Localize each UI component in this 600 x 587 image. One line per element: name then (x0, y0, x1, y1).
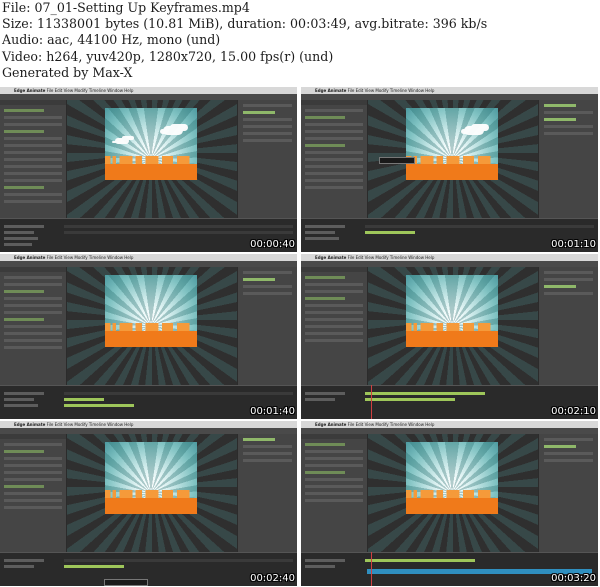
menu-items: File Edit View Modify Timeline Window He… (46, 255, 134, 260)
app-name: Edge Animate (315, 88, 347, 93)
app-name: Edge Animate (315, 422, 347, 427)
timestamp: 00:00:40 (250, 239, 295, 250)
menu-items: File Edit View Modify Timeline Window He… (46, 88, 134, 93)
tooltip (104, 579, 148, 586)
file-name-line: File: 07_01-Setting Up Keyframes.mp4 (2, 0, 250, 15)
stage-area (368, 434, 538, 552)
menu-bar: Edge Animate File Edit View Modify Timel… (0, 421, 297, 428)
audio-info-line: Audio: aac, 44100 Hz, mono (und) (2, 32, 221, 48)
stage-canvas (105, 442, 197, 514)
timeline-playhead[interactable] (371, 552, 372, 586)
timestamp: 00:01:10 (551, 239, 596, 250)
menu-items: File Edit View Modify Timeline Window He… (347, 422, 435, 427)
menu-bar: Edge Animate File Edit View Modify Timel… (301, 421, 598, 428)
city-ground (406, 498, 498, 514)
stage-canvas (406, 442, 498, 514)
app-name: Edge Animate (14, 422, 46, 427)
app-name: Edge Animate (14, 255, 46, 260)
stage-area (368, 267, 538, 385)
stage-area (67, 100, 237, 218)
video-thumbnail: Edge Animate File Edit View Modify Timel… (0, 87, 298, 252)
elements-panel (538, 267, 598, 385)
stage-area (67, 434, 237, 552)
city-ground (105, 164, 197, 180)
video-thumbnail: Edge Animate File Edit View Modify Timel… (0, 421, 298, 586)
city-ground (406, 164, 498, 180)
timestamp: 00:01:40 (250, 406, 295, 417)
properties-panel (301, 434, 368, 552)
generator-line: Generated by Max-X (2, 64, 133, 80)
menu-bar: Edge Animate File Edit View Modify Timel… (301, 87, 598, 94)
video-thumbnail: Edge Animate File Edit View Modify Timel… (301, 87, 599, 252)
cloud-graphic (163, 126, 183, 135)
properties-panel (0, 267, 67, 385)
file-size-line: Size: 11338001 bytes (10.81 MiB), durati… (2, 16, 488, 32)
video-thumbnail: Edge Animate File Edit View Modify Timel… (301, 254, 599, 419)
properties-panel (0, 100, 67, 218)
app-name: Edge Animate (315, 255, 347, 260)
city-ground (105, 498, 197, 514)
stage-canvas (105, 108, 197, 180)
video-thumbnail: Edge Animate File Edit View Modify Timel… (301, 421, 599, 586)
timestamp: 00:02:10 (551, 406, 596, 417)
timestamp: 00:03:20 (551, 573, 596, 584)
stage-canvas (406, 275, 498, 347)
video-info-line: Video: h264, yuv420p, 1280x720, 15.00 fp… (2, 48, 334, 64)
properties-panel (301, 267, 368, 385)
menu-items: File Edit View Modify Timeline Window He… (347, 88, 435, 93)
properties-panel (0, 434, 67, 552)
properties-panel (301, 100, 368, 218)
timeline-playhead[interactable] (371, 385, 372, 419)
elements-panel (237, 267, 297, 385)
city-ground (406, 331, 498, 347)
menu-items: File Edit View Modify Timeline Window He… (46, 422, 134, 427)
menu-items: File Edit View Modify Timeline Window He… (347, 255, 435, 260)
stage-canvas (105, 275, 197, 347)
cloud-graphic (115, 138, 129, 144)
stage-canvas (406, 108, 498, 180)
menu-bar: Edge Animate File Edit View Modify Timel… (0, 87, 297, 94)
elements-panel (538, 100, 598, 218)
cloud-graphic (464, 126, 484, 135)
app-name: Edge Animate (14, 88, 46, 93)
city-ground (105, 331, 197, 347)
menu-bar: Edge Animate File Edit View Modify Timel… (0, 254, 297, 261)
video-thumbnail: Edge Animate File Edit View Modify Timel… (0, 254, 298, 419)
elements-panel (538, 434, 598, 552)
timestamp: 00:02:40 (250, 573, 295, 584)
menu-bar: Edge Animate File Edit View Modify Timel… (301, 254, 598, 261)
elements-panel (237, 100, 297, 218)
elements-panel (237, 434, 297, 552)
file-info-header: File: 07_01-Setting Up Keyframes.mp4 Siz… (2, 0, 598, 81)
stage-area (67, 267, 237, 385)
thumbnail-grid: Edge Animate File Edit View Modify Timel… (0, 87, 600, 587)
tooltip (379, 157, 415, 164)
